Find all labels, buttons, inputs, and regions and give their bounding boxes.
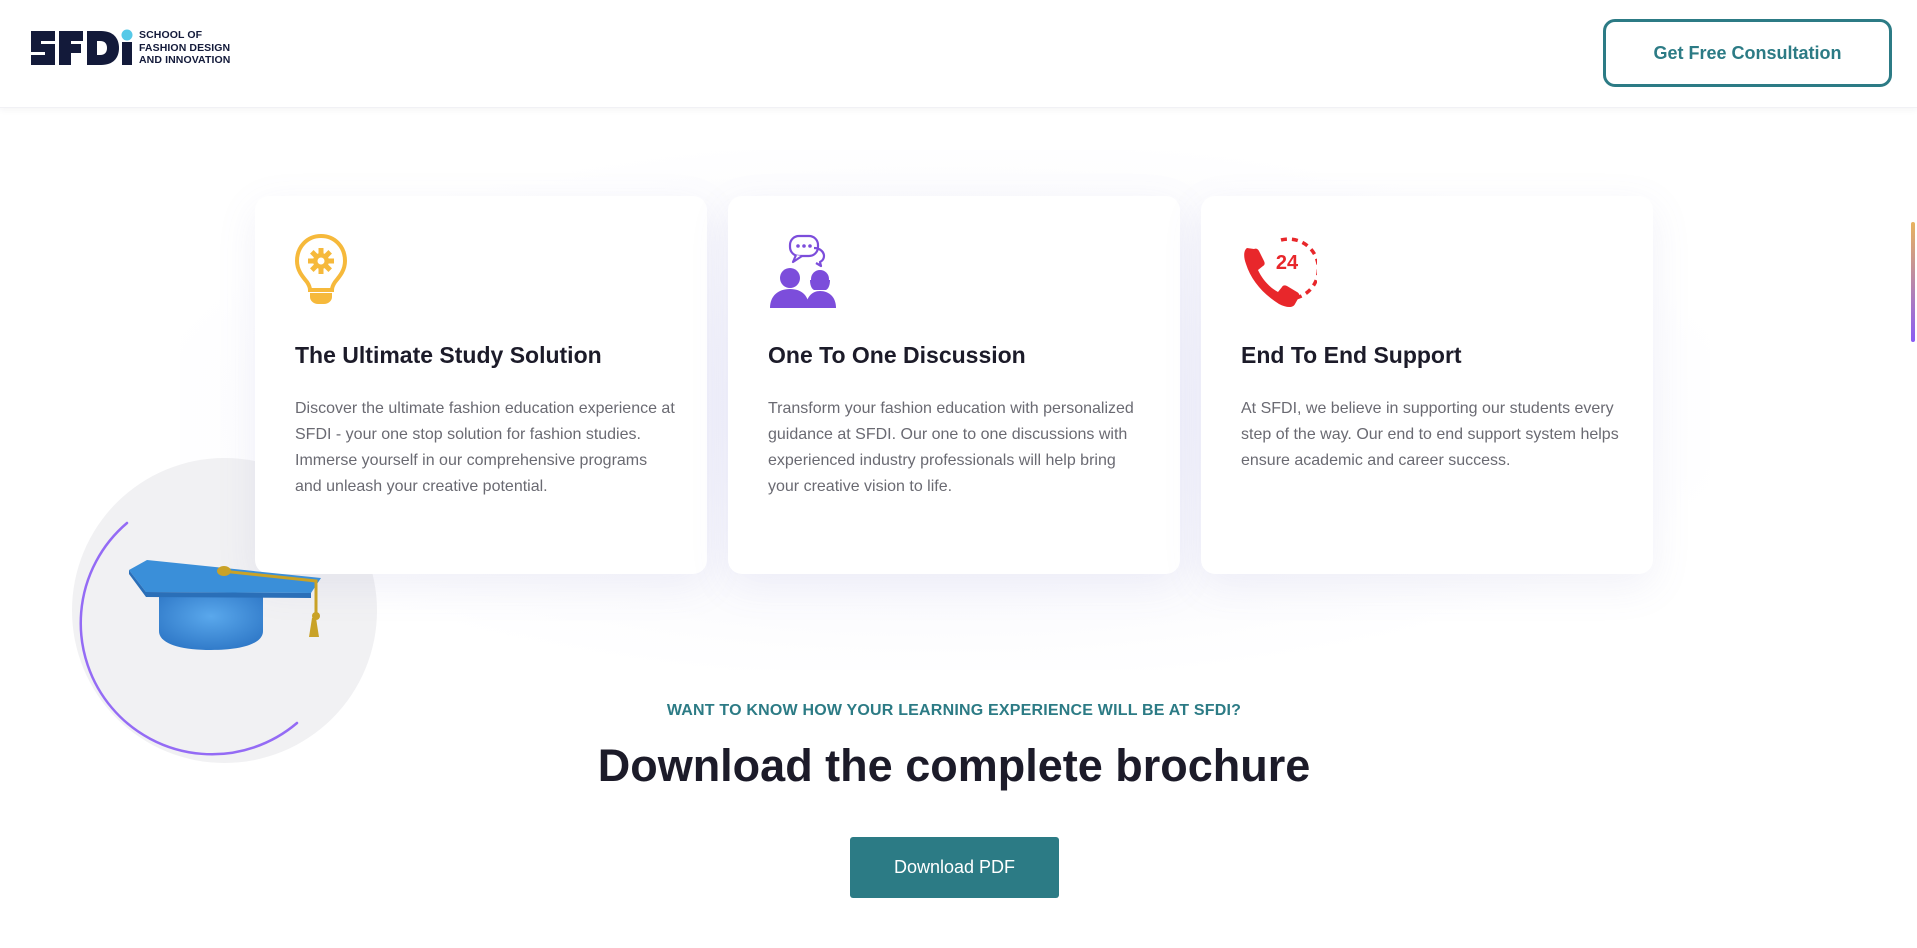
- feature-title: One To One Discussion: [768, 342, 1026, 368]
- logo-line-2: FASHION DESIGN: [139, 41, 231, 54]
- feature-description: Transform your fashion education with pe…: [768, 400, 1134, 495]
- sfdi-wordmark-icon: [31, 29, 133, 65]
- phone-24-label: 24: [1276, 252, 1299, 274]
- graduation-cap-icon: [129, 560, 321, 650]
- logo-line-3: AND INNOVATION: [139, 54, 231, 67]
- phone-24-support-icon: 24: [1244, 237, 1317, 307]
- sfdi-logo[interactable]: SCHOOL OF FASHION DESIGN AND INNOVATION: [29, 29, 239, 67]
- feature-card-end-to-end: 24 End To End Support At SFDI, we believ…: [1201, 196, 1653, 574]
- scroll-indicator[interactable]: [1911, 222, 1915, 342]
- feature-description: Discover the ultimate fashion education …: [295, 400, 675, 495]
- feature-card-study-solution: The Ultimate Study Solution Discover the…: [255, 196, 707, 574]
- feature-title: End To End Support: [1241, 342, 1462, 368]
- lightbulb-gear-icon: [295, 234, 348, 304]
- feature-title: The Ultimate Study Solution: [295, 342, 602, 368]
- feature-card-one-to-one: One To One Discussion Transform your fas…: [728, 196, 1180, 574]
- feature-description: At SFDI, we believe in supporting our st…: [1241, 400, 1619, 469]
- site-header: SCHOOL OF FASHION DESIGN AND INNOVATION …: [0, 0, 1917, 108]
- get-free-consultation-button[interactable]: Get Free Consultation: [1603, 19, 1892, 87]
- discussion-people-icon: [770, 234, 836, 308]
- logo-line-1: SCHOOL OF: [139, 29, 203, 42]
- download-pdf-button[interactable]: Download PDF: [850, 837, 1059, 898]
- logo-text: SCHOOL OF FASHION DESIGN AND INNOVATION: [139, 29, 230, 67]
